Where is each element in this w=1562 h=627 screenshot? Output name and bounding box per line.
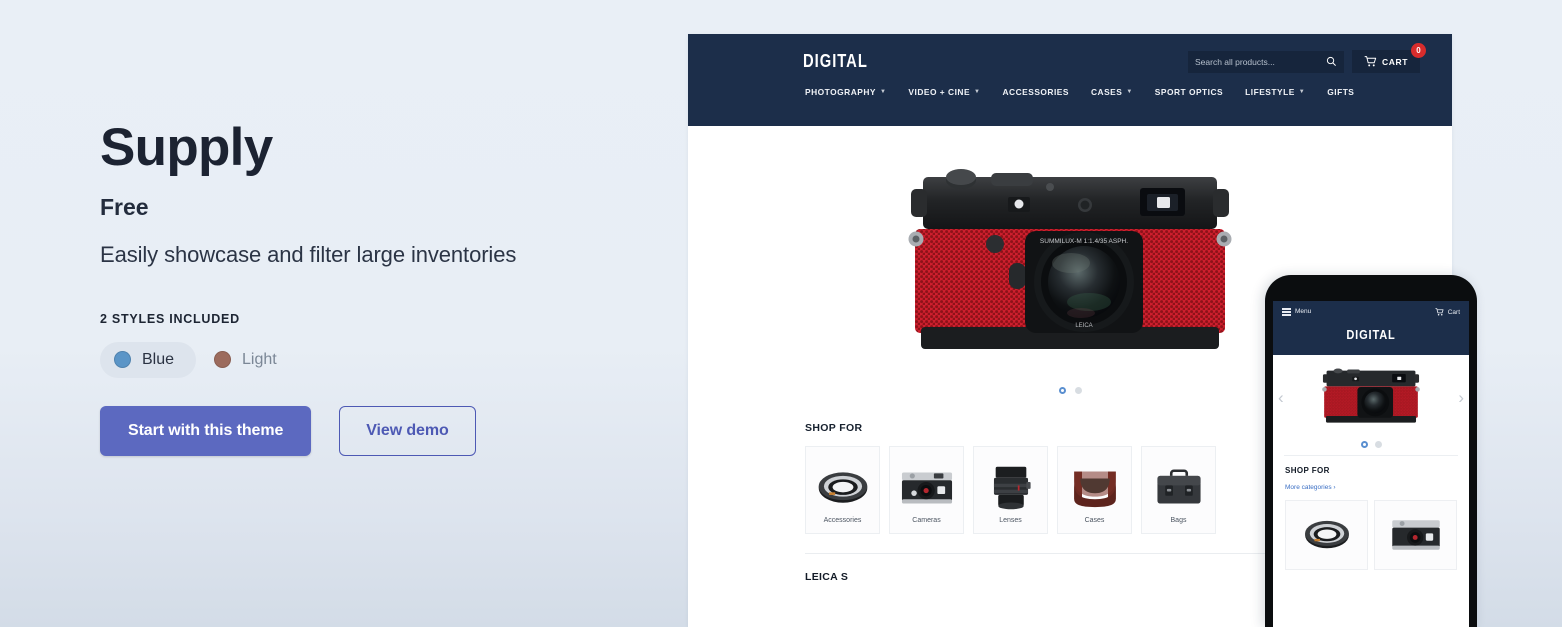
mobile-top-bar: Menu Cart — [1282, 308, 1460, 316]
mobile-menu-label: Menu — [1295, 308, 1312, 316]
nav-item-label: VIDEO + CINE — [908, 87, 971, 97]
theme-detail-page: Supply Free Easily showcase and filter l… — [0, 0, 1562, 627]
category-card-cameras[interactable]: Cameras — [889, 446, 964, 534]
style-option-label: Blue — [142, 350, 175, 368]
category-label: Cameras — [912, 517, 941, 524]
style-option-label: Light — [242, 350, 277, 368]
silver-rangefinder-camera-icon — [901, 472, 952, 504]
mobile-hero-carousel[interactable]: ‹ › — [1273, 359, 1469, 437]
leica-camera-image: SUMMILUX-M 1:1.4/35 ASPH. LEICA — [908, 168, 1232, 349]
category-image — [1146, 459, 1211, 517]
store-navigation: PHOTOGRAPHY ▼ VIDEO + CINE ▼ ACCESSORIES… — [688, 73, 1452, 97]
style-option-blue[interactable]: Blue — [100, 341, 197, 378]
lens-adapter-ring-icon — [818, 472, 867, 503]
store-header: DIGITAL Search all products... CART 0 PH… — [688, 34, 1452, 126]
carousel-dot-1[interactable] — [1058, 387, 1066, 394]
nav-item-label: GIFTS — [1327, 87, 1355, 97]
color-swatch-icon — [114, 351, 131, 369]
svg-text:LEICA: LEICA — [1075, 323, 1092, 329]
cart-button[interactable]: CART 0 — [1351, 43, 1426, 73]
mobile-preview[interactable]: Menu Cart DIGITAL ‹ › SHOP FOR More cate… — [1265, 275, 1477, 627]
chevron-down-icon: ▼ — [879, 89, 887, 95]
mobile-store-logo[interactable]: DIGITAL — [1295, 327, 1446, 342]
store-header-top: DIGITAL Search all products... CART 0 — [688, 34, 1452, 73]
search-bar[interactable] — [1187, 50, 1344, 73]
nav-item-label: CASES — [1090, 87, 1123, 97]
mobile-cart-button[interactable]: Cart — [1435, 308, 1460, 316]
nav-item-label: LIFESTYLE — [1245, 87, 1295, 97]
carousel-dot-2[interactable] — [1074, 387, 1082, 394]
search-input[interactable] — [1194, 56, 1315, 67]
nav-item-sport-optics[interactable]: SPORT OPTICS — [1155, 87, 1223, 97]
mobile-carousel-dots — [1273, 437, 1469, 455]
theme-info-panel: Supply Free Easily showcase and filter l… — [0, 0, 688, 627]
theme-tagline: Easily showcase and filter large invento… — [100, 241, 517, 267]
leica-camera-image — [1322, 368, 1420, 423]
black-camera-bag-icon — [1156, 469, 1201, 504]
style-option-light[interactable]: Light — [200, 342, 299, 378]
cart-count-badge: 0 — [1411, 43, 1426, 58]
carousel-next-arrow-icon[interactable]: › — [1458, 388, 1464, 408]
cart-label: CART — [1381, 56, 1408, 67]
cart-icon — [1364, 56, 1377, 67]
carousel-prev-arrow-icon[interactable]: ‹ — [1278, 388, 1284, 408]
category-image — [1062, 459, 1127, 517]
category-label: Cases — [1084, 517, 1105, 524]
brown-leather-case-icon — [1073, 471, 1116, 508]
category-image — [978, 459, 1043, 517]
theme-price: Free — [100, 193, 149, 220]
chevron-down-icon: ▼ — [1298, 89, 1306, 95]
mobile-cart-label: Cart — [1447, 308, 1460, 316]
category-card-accessories[interactable]: Accessories — [805, 446, 880, 534]
carousel-dot-1[interactable] — [1360, 441, 1368, 448]
mobile-header: Menu Cart DIGITAL — [1273, 301, 1469, 355]
category-label: Accessories — [823, 517, 862, 524]
color-swatch-icon — [214, 351, 232, 369]
style-selector: Blue Light — [100, 341, 688, 378]
chevron-down-icon: ▼ — [1126, 89, 1133, 95]
search-icon[interactable] — [1326, 56, 1337, 67]
mobile-shop-for-title: SHOP FOR — [1285, 466, 1330, 475]
nav-item-cases[interactable]: CASES ▼ — [1091, 87, 1133, 97]
featured-section: LEICA S — [805, 553, 1333, 583]
mobile-screen: Menu Cart DIGITAL ‹ › SHOP FOR More cate… — [1273, 301, 1469, 627]
category-card-cases[interactable]: Cases — [1057, 446, 1132, 534]
featured-section-title: LEICA S — [805, 571, 849, 583]
category-card-lenses[interactable]: Lenses — [973, 446, 1048, 534]
mobile-category-card-accessories[interactable] — [1285, 500, 1368, 570]
category-label: Lenses — [999, 517, 1022, 524]
category-card-bags[interactable]: Bags — [1141, 446, 1216, 534]
black-camera-lens-icon — [993, 466, 1031, 510]
more-categories-link[interactable]: More categories › — [1285, 484, 1457, 491]
nav-item-label: ACCESSORIES — [1002, 87, 1069, 97]
page-title: Supply — [100, 118, 273, 177]
lens-adapter-ring-icon — [1304, 520, 1349, 549]
category-label: Bags — [1170, 517, 1187, 524]
nav-item-label: SPORT OPTICS — [1154, 87, 1224, 97]
carousel-dot-2[interactable] — [1374, 441, 1382, 448]
nav-item-lifestyle[interactable]: LIFESTYLE ▼ — [1245, 87, 1305, 97]
category-image — [810, 459, 875, 517]
svg-text:SUMMILUX-M 1:1.4/35 ASPH.: SUMMILUX-M 1:1.4/35 ASPH. — [1040, 238, 1128, 245]
mobile-shop-for-section: SHOP FOR More categories › — [1273, 456, 1469, 491]
cart-icon — [1435, 308, 1444, 316]
store-logo[interactable]: DIGITAL — [803, 51, 868, 72]
view-demo-button[interactable]: View demo — [339, 405, 476, 456]
mobile-category-grid — [1273, 491, 1469, 570]
mobile-category-card-cameras[interactable] — [1374, 500, 1457, 570]
styles-included-label: 2 STYLES INCLUDED — [100, 311, 240, 326]
mobile-menu-button[interactable]: Menu — [1282, 308, 1312, 316]
nav-item-photography[interactable]: PHOTOGRAPHY ▼ — [805, 87, 886, 97]
category-image — [894, 459, 959, 517]
nav-item-video-cine[interactable]: VIDEO + CINE ▼ — [908, 87, 980, 97]
cta-button-group: Start with this theme View demo — [100, 405, 688, 456]
silver-rangefinder-camera-icon — [1391, 520, 1440, 550]
nav-item-accessories[interactable]: ACCESSORIES — [1003, 87, 1069, 97]
nav-item-gifts[interactable]: GIFTS — [1327, 87, 1354, 97]
nav-item-label: PHOTOGRAPHY — [805, 87, 876, 97]
hamburger-icon — [1282, 308, 1291, 316]
start-with-theme-button[interactable]: Start with this theme — [100, 405, 312, 456]
store-header-actions: CART 0 — [1187, 43, 1426, 73]
chevron-down-icon: ▼ — [974, 89, 981, 95]
